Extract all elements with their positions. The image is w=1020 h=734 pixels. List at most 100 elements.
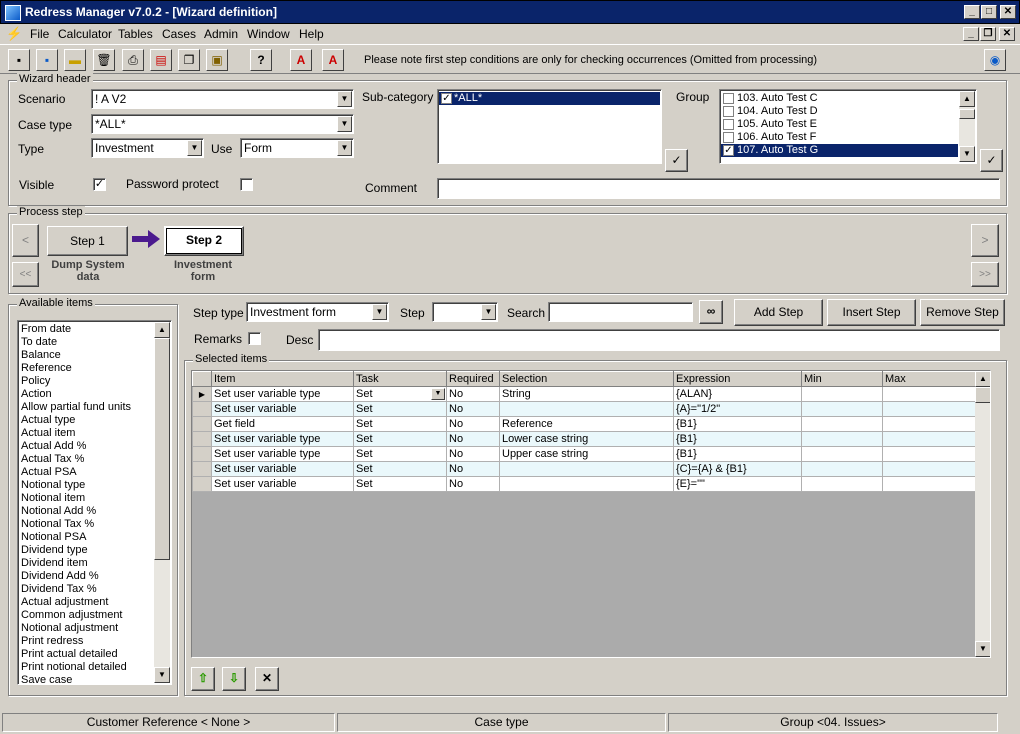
table-cell[interactable]: Set: [353, 416, 447, 432]
column-header[interactable]: Item: [211, 371, 354, 387]
child-close-icon[interactable]: ✕: [999, 27, 1015, 41]
group-apply-button[interactable]: ✓: [980, 149, 1003, 172]
row-header[interactable]: [192, 461, 212, 477]
table-cell[interactable]: [801, 386, 883, 402]
table-cell[interactable]: No: [446, 401, 500, 417]
table-cell[interactable]: Set: [353, 431, 447, 447]
open-folder-icon[interactable]: ▬: [64, 49, 86, 71]
visible-checkbox[interactable]: ✓: [93, 178, 106, 191]
table-cell[interactable]: Set: [353, 461, 447, 477]
list-item[interactable]: 105. Auto Test E: [721, 118, 958, 131]
table-cell[interactable]: No: [446, 431, 500, 447]
desc-input[interactable]: [318, 329, 1000, 351]
table-cell[interactable]: [882, 401, 976, 417]
chevron-down-icon[interactable]: ▼: [187, 140, 202, 156]
scroll-down-icon[interactable]: ▼: [959, 146, 975, 162]
table-cell[interactable]: Set user variable: [211, 476, 354, 492]
list-item[interactable]: Actual Add %: [19, 440, 153, 453]
table-cell[interactable]: Upper case string: [499, 446, 674, 462]
table-row[interactable]: Get field Set No Reference {B1}: [192, 416, 976, 432]
step-2-button[interactable]: Step 2: [164, 226, 244, 256]
available-items-scrollbar[interactable]: ▲ ▼: [154, 322, 170, 683]
table-cell[interactable]: {B1}: [673, 431, 802, 447]
list-item[interactable]: Dividend type: [19, 544, 153, 557]
use-select[interactable]: Form ▼: [240, 138, 354, 158]
chevron-down-icon[interactable]: ▼: [431, 388, 445, 400]
case-type-select[interactable]: *ALL* ▼: [91, 114, 354, 134]
table-cell[interactable]: {A}="1/2": [673, 401, 802, 417]
list-item[interactable]: Dividend Tax %: [19, 583, 153, 596]
password-protect-checkbox[interactable]: [240, 178, 253, 191]
type-select[interactable]: Investment ▼: [91, 138, 204, 158]
menu-admin[interactable]: Admin: [204, 27, 238, 41]
list-item[interactable]: Notional item: [19, 492, 153, 505]
list-item[interactable]: Save case: [19, 674, 153, 684]
menu-file[interactable]: File: [30, 27, 49, 41]
table-cell[interactable]: Set ▼: [353, 386, 447, 402]
table-cell[interactable]: No: [446, 461, 500, 477]
table-cell[interactable]: [499, 401, 674, 417]
column-header[interactable]: Selection: [499, 371, 674, 387]
list-item[interactable]: Notional Tax %: [19, 518, 153, 531]
column-header[interactable]: Task: [353, 371, 447, 387]
paste-icon[interactable]: ▣: [206, 49, 228, 71]
comment-input[interactable]: [437, 178, 1000, 199]
table-cell[interactable]: Lower case string: [499, 431, 674, 447]
binoculars-search-icon[interactable]: ∞: [699, 300, 723, 324]
table-cell[interactable]: [801, 416, 883, 432]
current-row-pointer-icon[interactable]: ▶: [192, 386, 212, 402]
list-item[interactable]: Dividend Add %: [19, 570, 153, 583]
list-item[interactable]: Policy: [19, 375, 153, 388]
table-cell[interactable]: Set: [353, 401, 447, 417]
pdf-icon[interactable]: ▤: [150, 49, 172, 71]
close-icon[interactable]: ✕: [1000, 5, 1016, 19]
add-step-button[interactable]: Add Step: [734, 299, 823, 326]
next-step-button[interactable]: >: [971, 224, 999, 257]
scroll-down-icon[interactable]: ▼: [154, 667, 170, 683]
list-item[interactable]: Dividend item: [19, 557, 153, 570]
table-cell[interactable]: [499, 476, 674, 492]
list-item[interactable]: Actual Tax %: [19, 453, 153, 466]
table-cell[interactable]: [801, 461, 883, 477]
list-item[interactable]: Balance: [19, 349, 153, 362]
check-icon[interactable]: ✓: [723, 144, 734, 156]
table-cell[interactable]: [882, 476, 976, 492]
menu-tables[interactable]: Tables: [118, 27, 153, 41]
table-cell[interactable]: {B1}: [673, 446, 802, 462]
chevron-down-icon[interactable]: ▼: [372, 304, 387, 320]
list-item[interactable]: Print notional detailed: [19, 661, 153, 674]
last-step-button[interactable]: >>: [971, 262, 999, 287]
selected-items-grid[interactable]: Item Task Required Selection Expression Min Ma…: [191, 370, 991, 658]
checkbox-icon[interactable]: [723, 92, 734, 104]
delete-icon[interactable]: 🗑: [93, 49, 115, 71]
copy-icon[interactable]: ❐: [178, 49, 200, 71]
list-item[interactable]: Notional Add %: [19, 505, 153, 518]
save-icon[interactable]: ▪: [8, 49, 30, 71]
table-row[interactable]: Set user variable type Set No Upper case st…: [192, 446, 976, 462]
scroll-up-icon[interactable]: ▲: [154, 322, 170, 338]
child-minimize-icon[interactable]: _: [963, 27, 979, 41]
table-row[interactable]: Set user variable Set No {E}="": [192, 476, 976, 492]
print-icon[interactable]: ⎙: [122, 49, 144, 71]
step-select[interactable]: ▼: [432, 302, 498, 322]
table-cell[interactable]: No: [446, 476, 500, 492]
list-item[interactable]: 103. Auto Test C: [721, 92, 958, 105]
globe-icon[interactable]: ◉: [984, 49, 1006, 71]
list-item[interactable]: Reference: [19, 362, 153, 375]
chevron-down-icon[interactable]: ▼: [481, 304, 496, 320]
list-item[interactable]: Print actual detailed: [19, 648, 153, 661]
list-item[interactable]: Notional type: [19, 479, 153, 492]
list-item[interactable]: 104. Auto Test D: [721, 105, 958, 118]
menu-window[interactable]: Window: [247, 27, 290, 41]
table-cell[interactable]: {C}={A} & {B1}: [673, 461, 802, 477]
table-cell[interactable]: [882, 431, 976, 447]
table-cell[interactable]: [801, 431, 883, 447]
remove-step-button[interactable]: Remove Step: [920, 299, 1005, 326]
scroll-thumb[interactable]: [154, 338, 170, 560]
column-header[interactable]: Expression: [673, 371, 802, 387]
scenario-select[interactable]: ! A V2 ▼: [91, 89, 354, 109]
menu-calculator[interactable]: Calculator: [58, 27, 112, 41]
table-cell[interactable]: [882, 386, 976, 402]
table-cell[interactable]: Set user variable type: [211, 446, 354, 462]
list-item[interactable]: To date: [19, 336, 153, 349]
